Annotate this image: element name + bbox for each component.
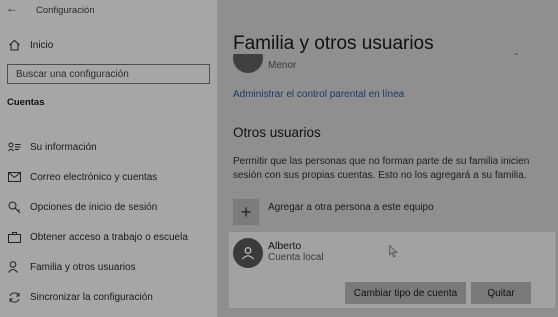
remove-user-button[interactable]: Quitar [471, 282, 531, 304]
title-bar: ← Configuración [0, 0, 217, 22]
sidebar-item-sync[interactable]: Sincronizar la configuración [6, 282, 211, 312]
plus-icon: + [240, 201, 252, 222]
navigation-pane: ← Configuración Inicio Buscar una config… [0, 0, 217, 317]
home-icon [6, 38, 22, 52]
user-card[interactable]: Alberto Cuenta local Cambiar tipo de cue… [229, 232, 555, 308]
sidebar-item-label: Opciones de inicio de sesión [30, 201, 158, 213]
back-arrow-icon[interactable]: ← [6, 1, 18, 15]
other-users-heading: Otros usuarios [233, 125, 321, 140]
user-name: Alberto [268, 240, 302, 252]
mouse-cursor-icon [389, 244, 399, 263]
sidebar-item-label: Obtener acceso a trabajo o escuela [30, 231, 188, 243]
page-title: Familia y otros usuarios [233, 33, 434, 54]
content-pane: Familia y otros usuarios Menor ⌃ Adminis… [217, 0, 558, 317]
sidebar-item-work-school[interactable]: Obtener acceso a trabajo o escuela [6, 222, 211, 252]
sync-icon [6, 290, 22, 304]
other-users-description: Permitir que las personas que no forman … [233, 156, 530, 181]
app-title: Configuración [36, 5, 95, 16]
people-icon [6, 260, 22, 274]
add-user-button[interactable]: + [233, 199, 259, 225]
add-user-label: Agregar a otra persona a este equipo [268, 202, 434, 213]
sidebar-item-your-info[interactable]: Su información [6, 132, 211, 162]
change-account-type-button[interactable]: Cambiar tipo de cuenta [345, 282, 466, 304]
mail-icon [6, 170, 22, 184]
user-account-type: Cuenta local [268, 252, 324, 263]
family-member-role: Menor [268, 60, 297, 71]
sidebar-item-family[interactable]: Familia y otros usuarios [6, 252, 211, 282]
briefcase-icon [6, 230, 22, 244]
sidebar-item-label: Familia y otros usuarios [30, 261, 136, 273]
sidebar-item-label: Sincronizar la configuración [30, 291, 153, 303]
add-user-row[interactable]: + Agregar a otra persona a este equipo [233, 199, 434, 225]
nav-home-label: Inicio [30, 39, 54, 51]
nav-list: Su información Correo electrónico y cuen… [6, 132, 211, 312]
parental-controls-link[interactable]: Administrar el control parental en línea [233, 89, 404, 100]
nav-item-home[interactable]: Inicio [6, 36, 206, 54]
family-member-avatar [233, 54, 263, 74]
sidebar-item-label: Correo electrónico y cuentas [30, 171, 158, 183]
sidebar-item-email[interactable]: Correo electrónico y cuentas [6, 162, 211, 192]
chevron-down-icon: ⌃ [513, 52, 520, 61]
key-icon [6, 200, 22, 214]
person-card-icon [6, 140, 22, 154]
user-avatar-icon [233, 238, 263, 268]
section-title: Cuentas [7, 97, 45, 108]
search-input[interactable]: Buscar una configuración [7, 64, 210, 84]
search-placeholder: Buscar una configuración [16, 68, 129, 80]
sidebar-item-label: Su información [30, 141, 97, 153]
sidebar-item-sign-in-options[interactable]: Opciones de inicio de sesión [6, 192, 211, 222]
